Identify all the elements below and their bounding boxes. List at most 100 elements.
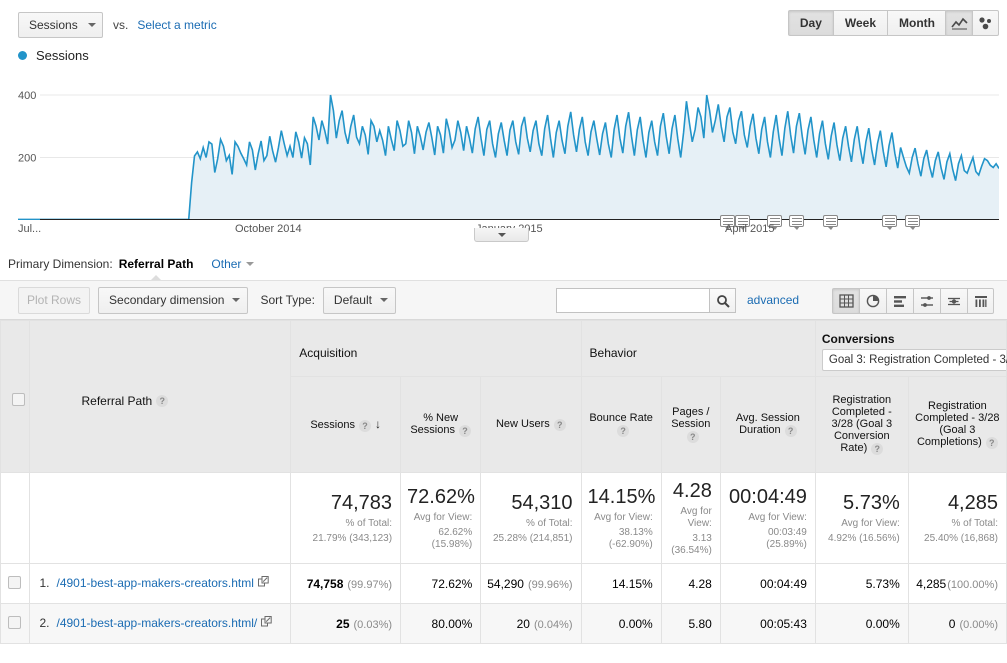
row-checkbox[interactable] xyxy=(8,616,21,629)
line-chart-icon xyxy=(951,17,968,30)
cell-value: 25 xyxy=(336,617,349,631)
column-header-bounce-rate[interactable]: Bounce Rate? xyxy=(581,377,661,473)
sort-type-dropdown[interactable]: Default xyxy=(323,287,396,314)
metric-select-dropdown[interactable]: Sessions xyxy=(18,12,103,38)
vs-label: vs. xyxy=(113,18,128,32)
plot-rows-button[interactable]: Plot Rows xyxy=(18,287,90,314)
open-external-icon[interactable] xyxy=(258,576,269,590)
help-icon[interactable]: ? xyxy=(459,425,471,437)
cell-percent: (0.04%) xyxy=(534,619,573,631)
metric-select-label: Sessions xyxy=(29,18,78,32)
help-icon[interactable]: ? xyxy=(617,425,629,437)
performance-icon xyxy=(920,295,935,308)
cell-percent: (0.03%) xyxy=(354,619,393,631)
column-header-new-sessions-pct[interactable]: % New Sessions? xyxy=(401,377,481,473)
dimension-header-cell: Referral Path? xyxy=(29,321,291,473)
row-bounce-rate: 0.00% xyxy=(581,604,661,644)
table-group-header-row: Referral Path? Acquisition Behavior Conv… xyxy=(1,321,1007,377)
select-all-checkbox[interactable] xyxy=(12,393,25,406)
column-header-goal-conversion-rate[interactable]: Registration Completed - 3/28 (Goal 3 Co… xyxy=(815,377,908,473)
bar-chart-icon xyxy=(893,295,908,308)
table-view-button[interactable] xyxy=(832,288,859,314)
totals-sub-value: 38.13% (-62.90%) xyxy=(588,527,653,551)
group-header-acquisition: Acquisition xyxy=(291,321,581,377)
line-chart-button[interactable] xyxy=(945,10,972,36)
column-header-avg-session-duration[interactable]: Avg. Session Duration? xyxy=(720,377,815,473)
chart-expand-toggle[interactable] xyxy=(474,228,529,242)
comparison-view-button[interactable] xyxy=(940,288,967,314)
row-goal-completions: 4,285(100.00%) xyxy=(908,564,1006,604)
totals-value: 4,285 xyxy=(915,491,998,515)
cell-value: 74,758 xyxy=(307,577,344,591)
cell-value: 00:04:49 xyxy=(760,577,807,591)
cell-value: 00:05:43 xyxy=(760,617,807,631)
open-external-icon[interactable] xyxy=(261,616,272,630)
granularity-month-button[interactable]: Month xyxy=(887,10,947,36)
column-label: Registration Completed - 3/28 (Goal 3 Co… xyxy=(832,394,893,454)
help-icon[interactable]: ? xyxy=(785,425,797,437)
motion-chart-button[interactable] xyxy=(972,10,999,36)
help-icon[interactable]: ? xyxy=(359,420,371,432)
secondary-dimension-dropdown[interactable]: Secondary dimension xyxy=(98,287,248,314)
column-header-pages-session[interactable]: Pages / Session? xyxy=(661,377,720,473)
other-dimension-dropdown[interactable]: Other xyxy=(211,257,254,271)
search-input[interactable] xyxy=(556,288,709,313)
bar-view-button[interactable] xyxy=(886,288,913,314)
pie-view-button[interactable] xyxy=(859,288,886,314)
row-avg-duration: 00:05:43 xyxy=(720,604,815,644)
column-header-new-users[interactable]: New Users? xyxy=(481,377,581,473)
select-all-cell xyxy=(1,321,30,473)
sort-type-label: Sort Type: xyxy=(260,293,314,307)
legend-label: Sessions xyxy=(36,48,89,63)
row-new-sessions-pct: 72.62% xyxy=(401,564,481,604)
row-new-users: 54,290(99.96%) xyxy=(481,564,581,604)
help-icon[interactable]: ? xyxy=(687,431,699,443)
totals-new-sessions-pct: 72.62% Avg for View: 62.62% (15.98%) xyxy=(401,473,481,564)
cell-percent: (100.00%) xyxy=(947,579,998,591)
advanced-search-link[interactable]: advanced xyxy=(747,293,799,307)
pivot-view-button[interactable] xyxy=(967,288,994,314)
row-new-users: 20 (0.04%) xyxy=(481,604,581,644)
help-icon[interactable]: ? xyxy=(986,437,998,449)
chevron-down-icon xyxy=(88,23,96,27)
primary-dimension-label: Primary Dimension: xyxy=(8,257,113,271)
x-tick-label: Jul... xyxy=(18,223,41,235)
row-dimension-cell: 1. /4901-best-app-makers-creators.html xyxy=(29,564,291,604)
column-header-goal-completions[interactable]: Registration Completed - 3/28 (Goal 3 Co… xyxy=(908,377,1006,473)
totals-value: 4.28 xyxy=(668,479,712,503)
chevron-down-icon xyxy=(498,233,506,237)
referral-path-link[interactable]: /4901-best-app-makers-creators.html xyxy=(57,576,254,591)
column-header-sessions[interactable]: Sessions?↓ xyxy=(291,377,401,473)
cell-value: 20 xyxy=(517,617,530,631)
performance-view-button[interactable] xyxy=(913,288,940,314)
search-button[interactable] xyxy=(709,288,736,313)
granularity-day-button[interactable]: Day xyxy=(788,10,833,36)
help-icon[interactable]: ? xyxy=(156,395,168,407)
totals-avg-session-duration: 00:04:49 Avg for View: 00:03:49 (25.89%) xyxy=(720,473,815,564)
legend-color-dot xyxy=(18,51,27,60)
totals-goal-completions: 4,285 % of Total: 25.40% (16,868) xyxy=(908,473,1006,564)
totals-spacer-dimension xyxy=(29,473,291,564)
chevron-down-icon xyxy=(380,298,388,302)
referral-path-link[interactable]: /4901-best-app-makers-creators.html/ xyxy=(57,616,258,631)
dimension-header-label: Referral Path xyxy=(82,394,153,408)
x-tick-label: October 2014 xyxy=(235,223,302,235)
select-a-metric-link[interactable]: Select a metric xyxy=(137,18,216,32)
help-icon[interactable]: ? xyxy=(871,443,883,455)
totals-value: 5.73% xyxy=(822,491,900,515)
totals-value: 74,783 xyxy=(297,491,392,515)
totals-pages-session: 4.28 Avg for View: 3.13 (36.54%) xyxy=(661,473,720,564)
totals-sub-label: Avg for View: xyxy=(822,518,900,530)
column-label: % New Sessions xyxy=(410,412,458,436)
help-icon[interactable]: ? xyxy=(554,419,566,431)
sessions-over-time-chart[interactable]: 200400 xyxy=(18,70,999,220)
granularity-week-button[interactable]: Week xyxy=(833,10,887,36)
primary-dimension-value[interactable]: Referral Path xyxy=(119,257,194,271)
totals-sub-value: 4.92% (16.56%) xyxy=(822,533,900,545)
row-checkbox[interactable] xyxy=(8,576,21,589)
column-label: Pages / Session xyxy=(671,406,710,430)
goal-selector-dropdown[interactable]: Goal 3: Registration Completed - 3/ xyxy=(822,349,1007,371)
table-row[interactable]: 2. /4901-best-app-makers-creators.html/ … xyxy=(1,604,1007,644)
table-row[interactable]: 1. /4901-best-app-makers-creators.html 7… xyxy=(1,564,1007,604)
totals-goal-conversion-rate: 5.73% Avg for View: 4.92% (16.56%) xyxy=(815,473,908,564)
